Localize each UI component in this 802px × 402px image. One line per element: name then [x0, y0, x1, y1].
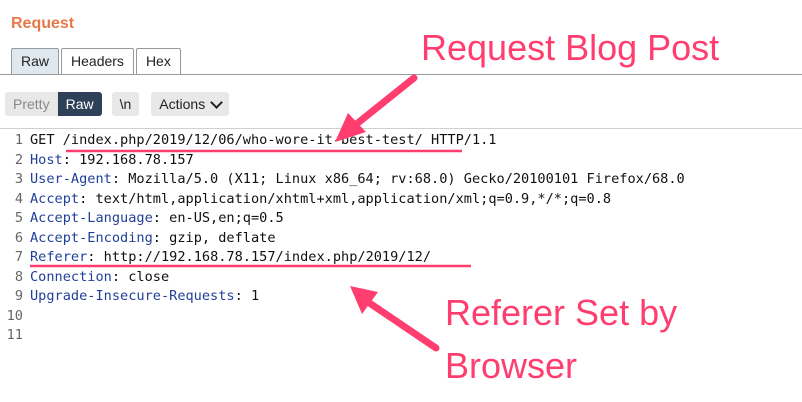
annotation-referer-line2: Browser	[445, 345, 578, 386]
top-arrow-shaft	[350, 74, 418, 130]
bottom-arrow-shaft	[364, 298, 440, 352]
annotation-referer-line1: Referer Set by	[445, 292, 678, 333]
annotation-request-blog-post: Request Blog Post	[421, 27, 720, 68]
